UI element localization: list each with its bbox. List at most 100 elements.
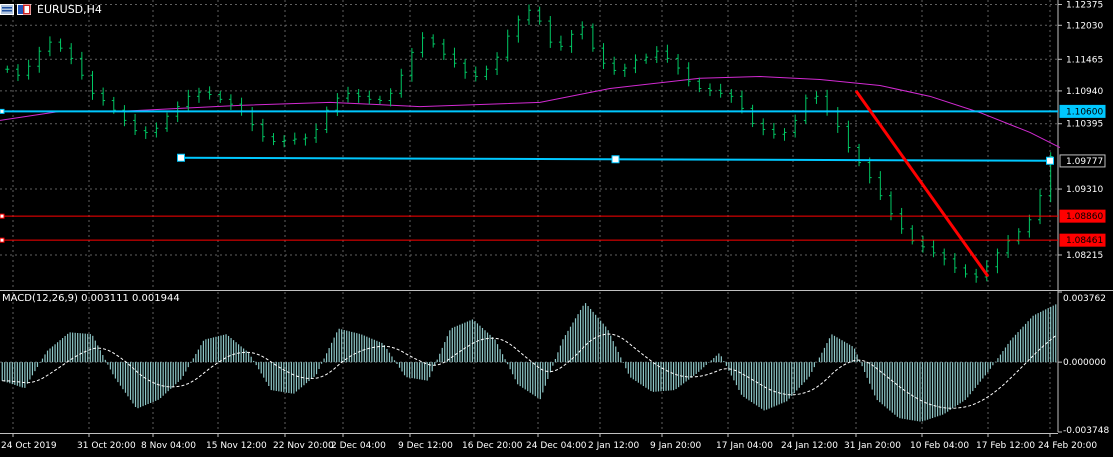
price-bar	[729, 88, 734, 103]
price-tick-label: 1.09310	[1066, 185, 1103, 195]
price-level-label: 1.09777	[1066, 157, 1103, 167]
price-bar	[346, 86, 351, 103]
price-bar	[601, 43, 606, 69]
price-bar	[931, 240, 936, 258]
price-bar	[495, 52, 500, 76]
trend-line	[854, 90, 990, 278]
price-bar	[335, 93, 340, 116]
chart-window: 1.12375 1.12030 1.11465 1.10940 1.10395 1.093…	[0, 0, 1113, 457]
macd-title: MACD(12,26,9) 0.003111 0.001944	[2, 293, 180, 304]
price-bar	[793, 114, 798, 138]
price-bar	[622, 63, 627, 77]
price-bar	[878, 171, 883, 201]
price-bar	[548, 16, 553, 48]
price-bar	[218, 90, 223, 103]
line-anchor-handle	[0, 237, 5, 243]
price-tick-label: 1.12030	[1066, 21, 1103, 31]
price-level-label: 1.10600	[1066, 107, 1103, 117]
price-bar	[739, 90, 744, 114]
price-bar	[441, 38, 446, 60]
price-bar	[707, 83, 712, 97]
price-bar	[431, 34, 436, 48]
time-tick-label: 24 Jan 12:00	[781, 441, 838, 451]
price-bar	[282, 135, 287, 148]
price-bar	[1038, 189, 1043, 225]
price-bar	[569, 29, 574, 53]
price-bar	[771, 122, 776, 139]
price-bar	[367, 90, 372, 105]
price-bar	[974, 268, 979, 283]
time-tick-label: 2 Dec 04:00	[331, 441, 386, 451]
price-bar	[942, 248, 947, 266]
price-bar	[516, 15, 521, 43]
price-bar	[5, 65, 10, 73]
price-bar	[399, 68, 404, 98]
price-bar	[644, 53, 649, 64]
trend-line-handle	[611, 155, 620, 164]
price-bar	[133, 113, 138, 135]
price-bar	[867, 157, 872, 184]
price-bar	[90, 70, 95, 100]
price-bar	[558, 35, 563, 51]
macd-tick-label: -0.003748	[1063, 426, 1109, 436]
macd-tick-label: 0.000000	[1063, 358, 1106, 368]
price-tick-label: 1.10940	[1066, 87, 1103, 97]
trend-line-handle	[1046, 156, 1054, 165]
time-tick-label: 24 Oct 2019	[1, 441, 57, 451]
price-bar	[314, 123, 319, 143]
line-anchor-handle	[0, 108, 5, 114]
price-bar	[814, 91, 819, 104]
price-bar	[1027, 214, 1032, 238]
time-tick-label: 24 Feb 20:00	[1038, 441, 1097, 451]
trend-line-handle	[177, 153, 185, 162]
price-bar	[580, 21, 585, 40]
price-bar	[271, 133, 276, 146]
price-bar	[1016, 228, 1021, 245]
price-bar	[79, 51, 84, 80]
chart-title: EURUSD,H4	[37, 2, 102, 16]
price-bar	[15, 64, 20, 82]
price-bar	[782, 128, 787, 141]
price-bar	[207, 86, 212, 100]
time-tick-label: 31 Jan 20:00	[844, 441, 901, 451]
price-bar	[910, 225, 915, 245]
price-bar	[654, 46, 659, 63]
price-bar	[963, 264, 968, 278]
price-tick-label: 1.11465	[1066, 55, 1103, 65]
time-tick-label: 31 Oct 20:00	[77, 441, 136, 451]
price-bar	[633, 54, 638, 74]
price-bar	[505, 29, 510, 62]
price-bar	[143, 126, 148, 139]
chart-canvas[interactable]: 1.12375 1.12030 1.11465 1.10940 1.10395 1.093…	[0, 0, 1113, 457]
price-bar	[590, 23, 595, 52]
price-bar	[803, 94, 808, 125]
chart-window-icon	[0, 3, 14, 15]
price-bar	[239, 97, 244, 116]
price-bar	[303, 133, 308, 146]
price-bar	[665, 44, 670, 63]
time-tick-label: 9 Jan 20:00	[650, 441, 702, 451]
chart-header: EURUSD,H4	[0, 0, 102, 18]
price-bar	[154, 122, 159, 138]
price-bar	[165, 112, 170, 132]
price-bar	[292, 132, 297, 145]
price-bar	[995, 248, 1000, 274]
price-bar	[420, 32, 425, 58]
time-tick-label: 8 Nov 04:00	[141, 441, 196, 451]
price-bar	[377, 95, 382, 105]
macd-tick-label: 0.003762	[1063, 294, 1106, 304]
time-tick-label: 17 Feb 12:00	[976, 441, 1035, 451]
time-tick-label: 15 Nov 12:00	[206, 441, 267, 451]
price-bar	[718, 83, 723, 98]
price-bar	[47, 36, 52, 57]
price-bar	[761, 118, 766, 136]
time-tick-label: 9 Dec 12:00	[398, 441, 453, 451]
price-bar	[857, 143, 862, 167]
price-bar	[473, 66, 478, 82]
price-bar	[686, 62, 691, 87]
price-tick-label: 1.10395	[1066, 120, 1103, 130]
price-bar	[463, 58, 468, 79]
currency-flag-icon	[17, 3, 31, 15]
line-anchor-handle	[0, 213, 5, 219]
price-bar	[26, 59, 31, 80]
